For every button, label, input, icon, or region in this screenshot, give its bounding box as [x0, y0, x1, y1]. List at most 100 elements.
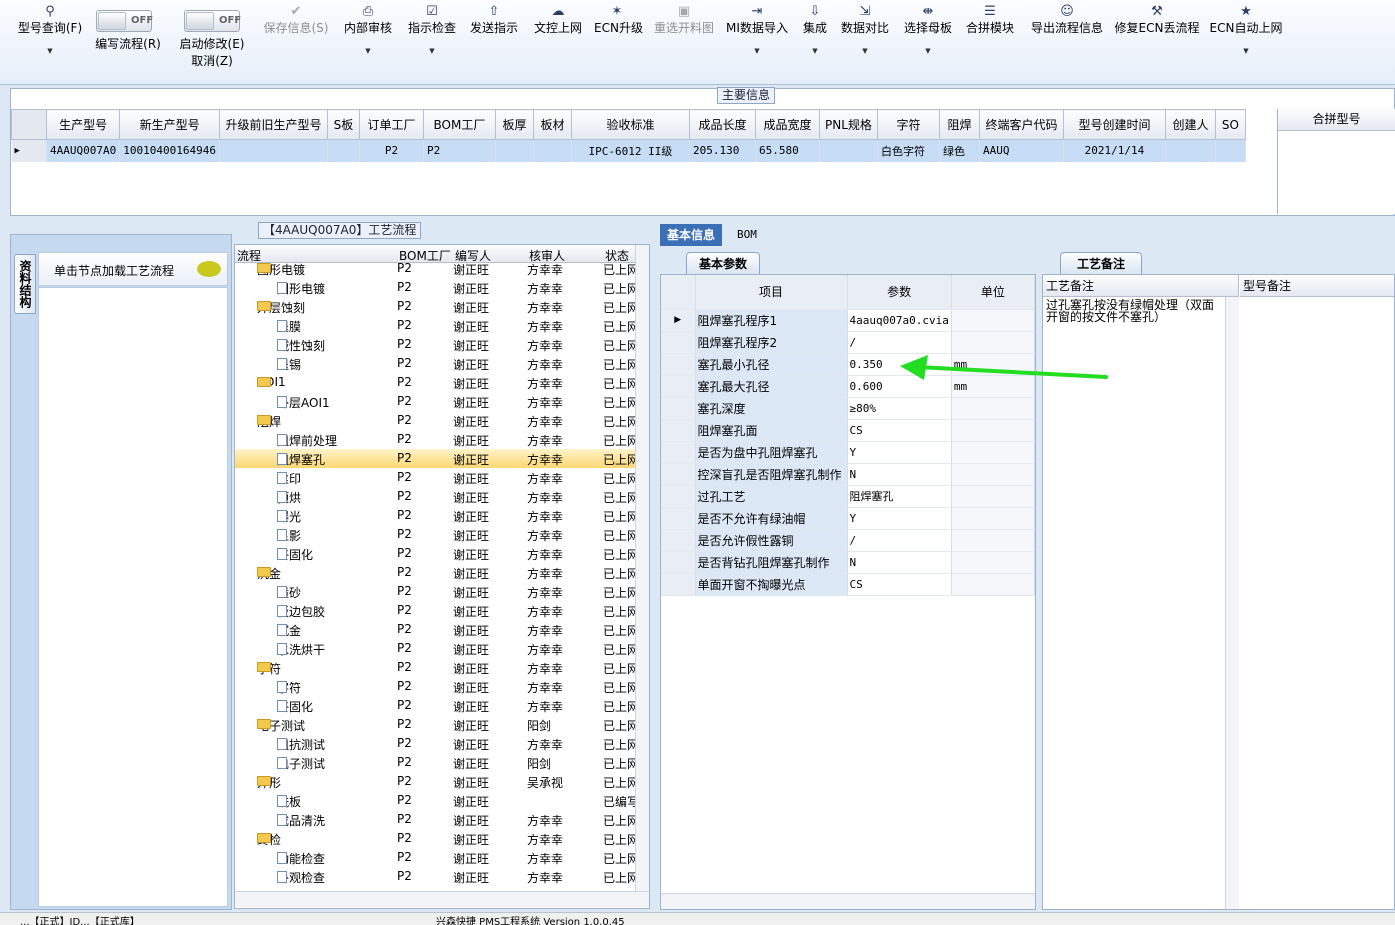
- param-value[interactable]: 4aauq007a0.cvia: [847, 309, 952, 332]
- save-button[interactable]: ✔ 保存信息(S): [260, 4, 332, 74]
- tab-basic-params[interactable]: 基本参数: [686, 252, 760, 274]
- tree-node[interactable]: 阻焊塞孔P2谢正旺方幸幸已上网: [235, 449, 635, 468]
- col-header[interactable]: SO: [1214, 109, 1246, 140]
- mi-import-button[interactable]: ⇥ MI数据导入 ▼: [724, 4, 790, 74]
- tree-horizontal-scrollbar[interactable]: [235, 891, 649, 907]
- col-header[interactable]: 升级前旧生产型号: [218, 109, 328, 140]
- param-value[interactable]: Y: [847, 441, 952, 464]
- param-row[interactable]: 阻焊塞孔面 CS: [661, 419, 1036, 442]
- tree-vertical-scrollbar[interactable]: [635, 245, 649, 891]
- tab-basic-info[interactable]: 基本信息: [660, 224, 723, 246]
- col-header[interactable]: 型号创建时间: [1062, 109, 1166, 140]
- tree-node[interactable]: -字符P2谢正旺方幸幸已上网: [235, 658, 635, 677]
- param-row[interactable]: ▶ 阻焊塞孔程序1 4aauq007a0.cvia: [661, 309, 1036, 332]
- col-header[interactable]: 单位: [951, 275, 1036, 310]
- data-compare-button[interactable]: ⇲ 数据对比 ▼: [838, 4, 892, 74]
- col-header[interactable]: BOM工厂: [422, 109, 496, 140]
- tree-node[interactable]: -电子测试P2谢正旺阳剑已上网: [235, 715, 635, 734]
- col-header[interactable]: 板厚: [494, 109, 534, 140]
- col-header[interactable]: 成品宽度: [754, 109, 820, 140]
- param-row[interactable]: 单面开窗不掏曝光点 CS: [661, 573, 1036, 596]
- col-header[interactable]: PNL规格: [818, 109, 878, 140]
- tree-node[interactable]: 显影P2谢正旺方幸幸已上网: [235, 525, 635, 544]
- param-row[interactable]: 是否为盘中孔阻焊塞孔 Y: [661, 441, 1036, 464]
- col-header[interactable]: 成品长度: [688, 109, 756, 140]
- tree-node[interactable]: 水洗烘干P2谢正旺方幸幸已上网: [235, 639, 635, 658]
- tree-node[interactable]: 阻抗测试P2谢正旺方幸幸已上网: [235, 734, 635, 753]
- ecn-auto-online-button[interactable]: ★ ECN自动上网 ▼: [1208, 4, 1284, 74]
- cancel-label[interactable]: 取消(Z): [174, 53, 250, 70]
- tree-node[interactable]: 外观检查P2谢正旺方幸幸已上网: [235, 867, 635, 886]
- tree-node[interactable]: 板边包胶P2谢正旺方幸幸已上网: [235, 601, 635, 620]
- table-row[interactable]: ▶ 4AAUQ007A0 10010400164946 P2 P2 IPC-60…: [11, 139, 1246, 162]
- tree-node[interactable]: -沉金P2谢正旺方幸幸已上网: [235, 563, 635, 582]
- col-header[interactable]: 字符: [876, 109, 940, 140]
- tree-node[interactable]: 终固化P2谢正旺方幸幸已上网: [235, 544, 635, 563]
- col-header[interactable]: 编写人: [455, 247, 491, 264]
- process-remark-text[interactable]: 过孔塞孔按没有绿帽处理（双面开窗的按文件不塞孔）: [1043, 297, 1238, 323]
- tree-node[interactable]: 退锡P2谢正旺方幸幸已上网: [235, 354, 635, 373]
- tree-node[interactable]: 预烘P2谢正旺方幸幸已上网: [235, 487, 635, 506]
- param-row[interactable]: 是否允许假性露铜 /: [661, 529, 1036, 552]
- param-value[interactable]: N: [847, 463, 952, 486]
- instruction-check-button[interactable]: ☑ 指示检查 ▼: [404, 4, 460, 74]
- tree-node[interactable]: 阻焊前处理P2谢正旺方幸幸已上网: [235, 430, 635, 449]
- start-edit-toggle[interactable]: OFF: [184, 10, 241, 32]
- tree-node[interactable]: -外层蚀刻P2谢正旺方幸幸已上网: [235, 297, 635, 316]
- tree-node[interactable]: 沉金P2谢正旺方幸幸已上网: [235, 620, 635, 639]
- param-row[interactable]: 是否背钻孔阻焊塞孔制作 N: [661, 551, 1036, 574]
- param-row[interactable]: 塞孔深度 ≥80%: [661, 397, 1036, 420]
- param-row[interactable]: 阻焊塞孔程序2/: [661, 331, 1036, 354]
- col-header[interactable]: 参数: [847, 275, 952, 310]
- tree-node[interactable]: -阻焊P2谢正旺方幸幸已上网: [235, 411, 635, 430]
- param-value[interactable]: CS: [847, 419, 952, 442]
- merge-model-header[interactable]: 合拼型号: [1278, 109, 1395, 131]
- tree-node[interactable]: 图形电镀P2谢正旺方幸幸已上网: [235, 278, 635, 297]
- param-value[interactable]: CS: [847, 573, 952, 596]
- tree-node[interactable]: -图形电镀P2谢正旺方幸幸已上网: [235, 263, 635, 278]
- tree-node[interactable]: 喷砂P2谢正旺方幸幸已上网: [235, 582, 635, 601]
- tree-node[interactable]: -AOI1P2谢正旺方幸幸已上网: [235, 373, 635, 392]
- integrate-button[interactable]: ⇩ 集成 ▼: [798, 4, 832, 74]
- model-query-button[interactable]: ⚲ 型号查询(F) ▼: [14, 4, 86, 74]
- param-value[interactable]: N: [847, 551, 952, 574]
- param-row[interactable]: 过孔工艺 阻焊塞孔: [661, 485, 1036, 508]
- col-header[interactable]: S板: [326, 109, 360, 140]
- tab-data-structure[interactable]: 资料结构: [14, 254, 36, 314]
- export-flow-button[interactable]: ☺ 导出流程信息: [1026, 4, 1108, 74]
- tree-node[interactable]: 字符P2谢正旺方幸幸已上网: [235, 677, 635, 696]
- param-value[interactable]: Y: [847, 507, 952, 530]
- doc-online-button[interactable]: ☁ 文控上网: [530, 4, 586, 74]
- col-header[interactable]: 终端客户代码: [978, 109, 1064, 140]
- col-header[interactable]: 创建人: [1164, 109, 1216, 140]
- col-header[interactable]: 项目: [695, 275, 848, 310]
- send-instruction-button[interactable]: ⇧ 发送指示: [466, 4, 522, 74]
- col-header[interactable]: 验收标准: [570, 109, 690, 140]
- tree-node[interactable]: 退膜P2谢正旺方幸幸已上网: [235, 316, 635, 335]
- params-horizontal-scrollbar[interactable]: [661, 893, 1035, 909]
- col-header[interactable]: 状态: [605, 247, 629, 264]
- param-value[interactable]: /: [847, 331, 952, 354]
- tree-node[interactable]: -外形P2谢正旺吴承视已上网: [235, 772, 635, 791]
- tab-bom[interactable]: BOM: [730, 224, 764, 246]
- tree-node[interactable]: 曝光P2谢正旺方幸幸已上网: [235, 506, 635, 525]
- param-row[interactable]: 是否不允许有绿油帽 Y: [661, 507, 1036, 530]
- tab-process-remarks[interactable]: 工艺备注: [1060, 252, 1142, 274]
- fix-ecn-flow-button[interactable]: ⚒ 修复ECN丢流程: [1114, 4, 1200, 74]
- col-header[interactable]: 板材: [532, 109, 572, 140]
- tree-node[interactable]: -终检P2谢正旺方幸幸已上网: [235, 829, 635, 848]
- tree-node[interactable]: 丝印P2谢正旺方幸幸已上网: [235, 468, 635, 487]
- col-header[interactable]: 订单工厂: [358, 109, 424, 140]
- param-value[interactable]: ≥80%: [847, 397, 952, 420]
- param-value[interactable]: /: [847, 529, 952, 552]
- tree-node[interactable]: 功能检查P2谢正旺方幸幸已上网: [235, 848, 635, 867]
- select-mother-board-button[interactable]: ⇼ 选择母板 ▼: [900, 4, 956, 74]
- reselect-cutting-button[interactable]: ▣ 重选开料图: [650, 4, 718, 74]
- merge-module-button[interactable]: ☰ 合拼模块: [962, 4, 1018, 74]
- ecn-upgrade-button[interactable]: ✶ ECN升级: [594, 4, 643, 74]
- remark-vertical-scrollbar[interactable]: [1225, 297, 1239, 909]
- col-header[interactable]: 核审人: [529, 247, 565, 264]
- tree-node[interactable]: 外层AOI1P2谢正旺方幸幸已上网: [235, 392, 635, 411]
- col-header[interactable]: 流程: [237, 247, 261, 264]
- col-header[interactable]: 新生产型号: [119, 109, 220, 140]
